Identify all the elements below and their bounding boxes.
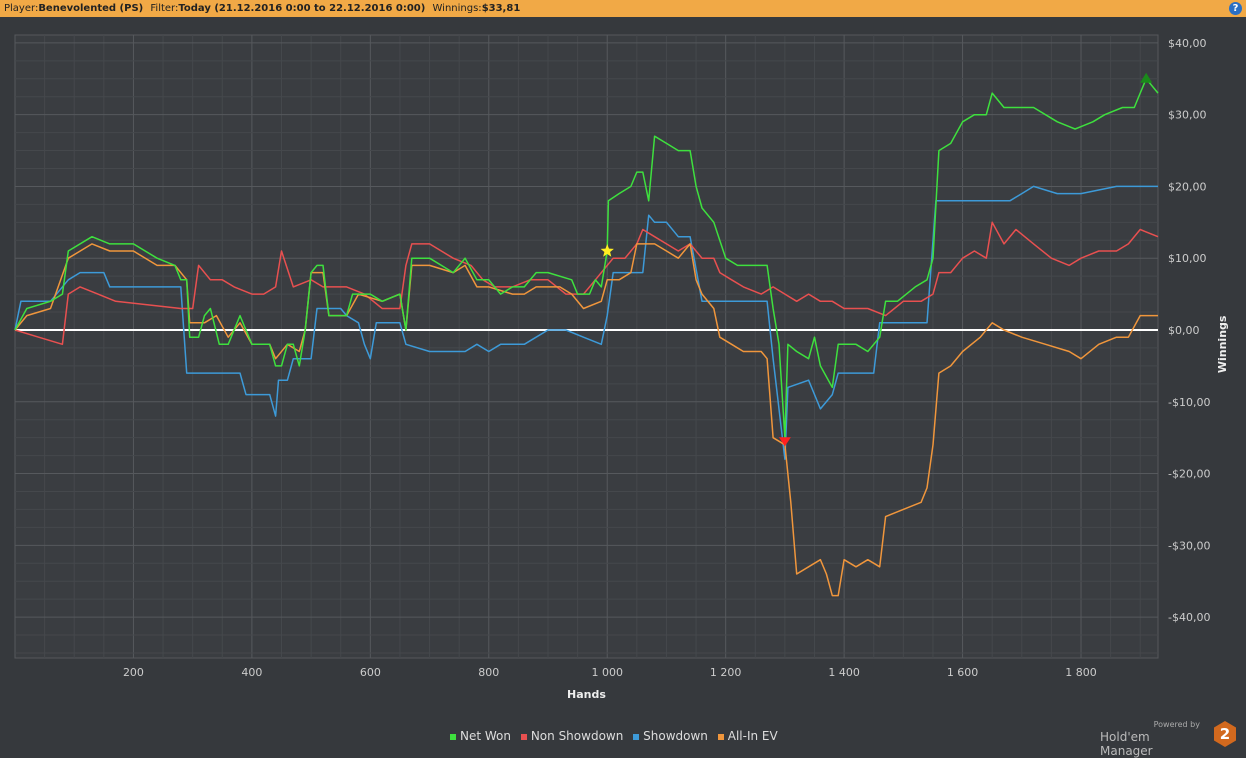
powered-by-text: Powered by: [1153, 720, 1200, 729]
help-icon[interactable]: ?: [1229, 2, 1242, 15]
hm2-branding: Powered by Hold'em Manager 2: [1100, 718, 1240, 758]
y-tick-label: -$40,00: [1168, 611, 1210, 624]
y-tick-label: -$30,00: [1168, 539, 1210, 552]
x-tick-label: 200: [123, 666, 144, 679]
winnings-value: $33,81: [481, 3, 521, 14]
x-tick-label: 1 800: [1065, 666, 1097, 679]
y-tick-label: -$20,00: [1168, 468, 1210, 481]
winnings-chart: 200 400 600 800 1 000 1 200 1 400 1 600 1 800 $40…: [14, 34, 1229, 701]
y-tick-label: $0,00: [1168, 324, 1200, 337]
y-tick-label: $20,00: [1168, 180, 1207, 193]
y-tick-label: $40,00: [1168, 37, 1207, 50]
legend: Net Won Non Showdown Showdown All-In EV: [450, 729, 784, 743]
x-tick-label: 1 600: [947, 666, 979, 679]
legend-showdown[interactable]: Showdown: [633, 729, 708, 743]
y-tick-label: $30,00: [1168, 109, 1207, 122]
filter-bar: Player:Benevolented (PS) Filter:Today (2…: [0, 0, 1246, 17]
x-tick-label: 1 400: [828, 666, 860, 679]
filter-value: Today (21.12.2016 0:00 to 22.12.2016 0:0…: [178, 3, 426, 14]
x-tick-label: 1 000: [591, 666, 623, 679]
winnings-label: Winnings:: [432, 3, 482, 14]
y-tick-label: $10,00: [1168, 252, 1207, 265]
player-value: Benevolented (PS): [38, 3, 144, 14]
player-label: Player:: [4, 3, 39, 14]
x-tick-label: 800: [478, 666, 499, 679]
x-tick-label: 400: [241, 666, 262, 679]
x-tick-label: 600: [360, 666, 381, 679]
legend-net-won[interactable]: Net Won: [450, 729, 511, 743]
y-axis-title: Winnings: [1216, 315, 1229, 373]
legend-non-showdown[interactable]: Non Showdown: [520, 729, 623, 743]
filter-label: Filter:: [150, 3, 179, 14]
x-tick-label: 1 200: [710, 666, 742, 679]
brand-name: Hold'em Manager: [1100, 730, 1153, 758]
legend-all-in-ev[interactable]: All-In EV: [717, 729, 778, 743]
y-tick-label: -$10,00: [1168, 396, 1210, 409]
x-axis-title: Hands: [567, 688, 606, 701]
hm2-logo-icon: 2: [1214, 721, 1236, 747]
plot-area: [14, 34, 1159, 659]
